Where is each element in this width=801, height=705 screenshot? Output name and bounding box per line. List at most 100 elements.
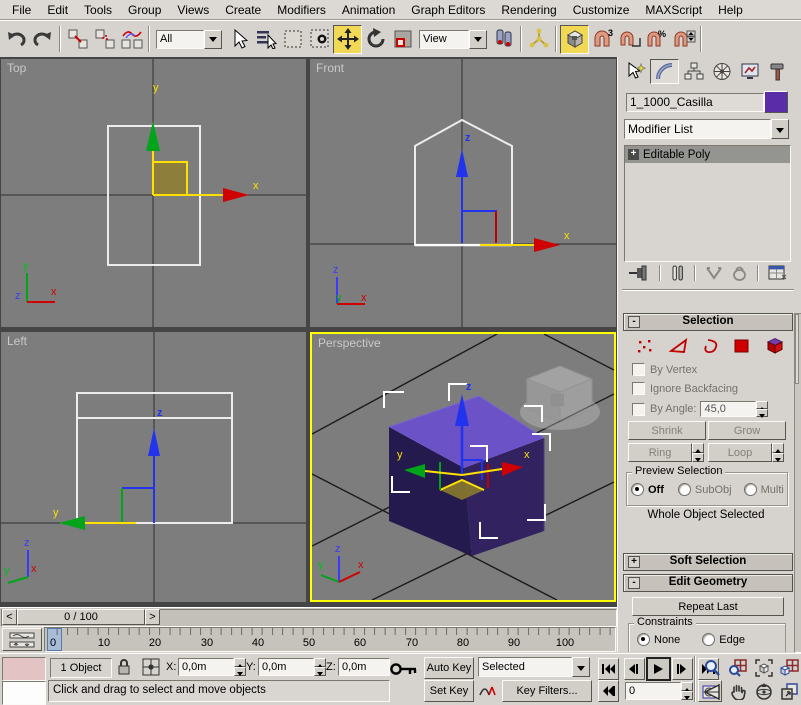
select-object-button[interactable] — [225, 26, 252, 53]
open-mini-curve-editor-button[interactable] — [2, 628, 42, 651]
rectangular-selection-region-button[interactable] — [279, 26, 306, 53]
frame-spinner[interactable] — [681, 682, 693, 700]
grow-button[interactable]: Grow — [708, 421, 786, 440]
show-end-result-button[interactable] — [671, 265, 685, 281]
z-coordinate-field[interactable]: 0,0m — [338, 658, 390, 676]
selection-rollout-header[interactable]: - Selection — [623, 313, 793, 331]
expand-icon[interactable]: + — [628, 556, 640, 568]
menu-edit[interactable]: Edit — [39, 1, 76, 19]
ignore-backfacing-option[interactable]: Ignore Backfacing — [632, 382, 738, 395]
preview-off-radio[interactable] — [631, 483, 644, 496]
default-in-out-tangent-button[interactable] — [478, 681, 498, 699]
by-angle-option[interactable]: By Angle: 45,0 — [632, 401, 768, 417]
time-slider-track[interactable]: < 0 / 100 > — [0, 607, 617, 626]
y-coordinate-field[interactable]: 0,0m — [258, 658, 314, 676]
zoom-extents-all-button[interactable] — [778, 656, 801, 679]
viewport-left-label[interactable]: Left — [7, 334, 27, 348]
selection-lock-toggle[interactable] — [116, 658, 132, 677]
pin-stack-button[interactable] — [628, 265, 650, 281]
loop-button[interactable]: Loop — [708, 443, 772, 462]
constraint-none-radio[interactable] — [637, 633, 650, 646]
next-frame-arrow[interactable]: > — [145, 609, 160, 625]
ring-button[interactable]: Ring — [628, 443, 692, 462]
pan-view-button[interactable] — [726, 680, 749, 703]
menu-create[interactable]: Create — [217, 1, 269, 19]
ignore-backfacing-checkbox[interactable] — [632, 382, 645, 395]
perspective-viewport-canvas[interactable]: z x y z y x — [312, 334, 614, 600]
previous-frame-button[interactable] — [624, 658, 645, 680]
make-unique-button[interactable] — [705, 266, 723, 281]
edge-subobject-button[interactable] — [669, 338, 689, 354]
set-key-button[interactable]: Set Key — [424, 680, 474, 702]
menu-views[interactable]: Views — [169, 1, 217, 19]
dropdown-arrow-icon[interactable] — [469, 30, 487, 49]
undo-button[interactable] — [2, 26, 29, 53]
loop-spinner[interactable] — [772, 443, 784, 462]
by-angle-field[interactable]: 45,0 — [700, 401, 756, 417]
polygon-subobject-button[interactable] — [734, 338, 750, 354]
snap-3d-button[interactable]: 3 — [589, 26, 616, 53]
tab-display[interactable] — [736, 60, 763, 83]
unlink-selection-button[interactable] — [91, 26, 118, 53]
by-angle-checkbox[interactable] — [632, 403, 645, 416]
modifier-stack[interactable]: + Editable Poly — [624, 145, 791, 262]
go-to-start-button[interactable] — [598, 658, 619, 680]
repeat-last-button[interactable]: Repeat Last — [632, 597, 784, 616]
tab-modify[interactable] — [650, 59, 679, 84]
snaps-toggle-button[interactable] — [560, 25, 589, 54]
x-spinner[interactable] — [234, 658, 246, 676]
object-name-field[interactable]: 1_1000_Casilla — [626, 93, 764, 112]
maximize-viewport-toggle-button[interactable] — [778, 680, 801, 703]
remove-modifier-button[interactable] — [732, 265, 747, 281]
select-and-manipulate-button[interactable] — [525, 26, 552, 53]
redo-button[interactable] — [29, 26, 56, 53]
key-mode-dropdown[interactable]: Selected — [478, 657, 590, 677]
current-frame-field[interactable]: 0 — [625, 682, 681, 700]
object-color-swatch[interactable] — [764, 91, 788, 113]
zoom-button[interactable] — [700, 656, 723, 679]
border-subobject-button[interactable] — [704, 338, 720, 354]
previous-frame-arrow[interactable]: < — [2, 609, 17, 625]
constraint-edge-radio[interactable] — [702, 633, 715, 646]
selection-filter-dropdown[interactable]: All — [156, 30, 222, 49]
auto-key-button[interactable]: Auto Key — [424, 657, 474, 679]
menu-group[interactable]: Group — [120, 1, 169, 19]
time-slider-value[interactable]: 0 / 100 — [17, 609, 145, 625]
time-slider-handle[interactable]: < 0 / 100 > — [2, 609, 160, 625]
configure-modifier-sets-button[interactable] — [768, 265, 788, 281]
menu-graph-editors[interactable]: Graph Editors — [403, 1, 493, 19]
shrink-button[interactable]: Shrink — [628, 421, 706, 440]
select-and-scale-button[interactable] — [389, 26, 416, 53]
menu-maxscript[interactable]: MAXScript — [637, 1, 710, 19]
spinner-snap-button[interactable] — [670, 26, 697, 53]
menu-file[interactable]: File — [4, 1, 39, 19]
track-bar-ruler[interactable]: 0 10 20 30 40 50 60 70 80 90 100 — [44, 627, 616, 652]
front-viewport-canvas[interactable]: z x z y x — [310, 59, 616, 327]
set-key-mode-icon-area[interactable] — [390, 662, 418, 676]
play-animation-button[interactable] — [646, 657, 671, 681]
zoom-extents-button[interactable] — [752, 656, 775, 679]
menu-customize[interactable]: Customize — [565, 1, 638, 19]
tab-utilities[interactable] — [764, 60, 791, 83]
element-subobject-button[interactable] — [765, 337, 784, 354]
key-mode-toggle-button[interactable] — [598, 680, 619, 702]
zoom-all-button[interactable] — [726, 656, 749, 679]
soft-selection-rollout-header[interactable]: + Soft Selection — [623, 553, 793, 571]
tab-create[interactable] — [622, 60, 649, 83]
menu-help[interactable]: Help — [710, 1, 751, 19]
percent-snap-button[interactable]: % — [643, 26, 670, 53]
viewport-left[interactable]: Left z y z y x — [1, 332, 306, 602]
menu-rendering[interactable]: Rendering — [493, 1, 564, 19]
select-by-name-button[interactable] — [252, 26, 279, 53]
viewport-top[interactable]: Top y x y z x — [1, 59, 306, 327]
menu-tools[interactable]: Tools — [76, 1, 120, 19]
expand-stack-icon[interactable]: + — [628, 149, 639, 160]
preview-multi-radio[interactable] — [744, 483, 757, 496]
absolute-mode-transform-toggle[interactable] — [142, 658, 161, 677]
by-vertex-checkbox[interactable] — [632, 363, 645, 376]
preview-subobj-radio[interactable] — [678, 483, 691, 496]
menu-animation[interactable]: Animation — [334, 1, 403, 19]
scrollbar-thumb[interactable] — [795, 314, 799, 384]
x-coordinate-field[interactable]: 0,0m — [178, 658, 234, 676]
stack-item-label[interactable]: Editable Poly — [643, 149, 710, 161]
